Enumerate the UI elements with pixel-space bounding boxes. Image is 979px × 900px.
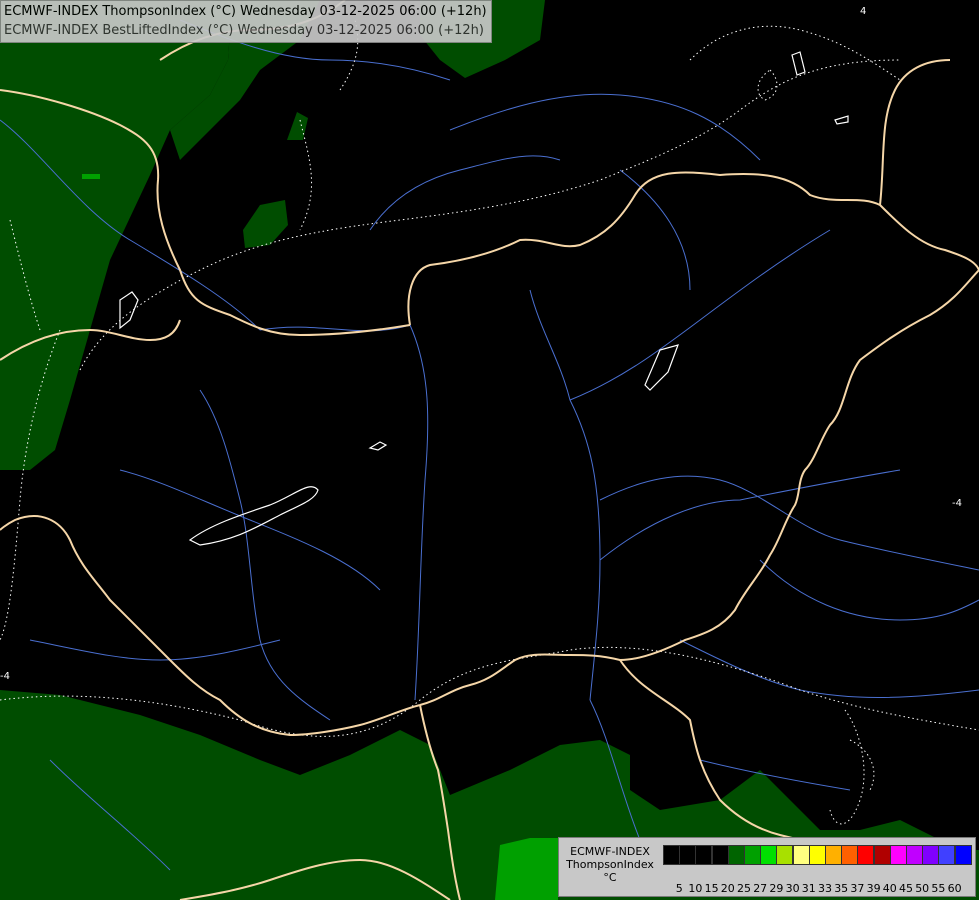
color-legend: ECMWF-INDEX ThompsonIndex °C 5 10 15 20 25 27… [558, 837, 976, 897]
legend-swatch [792, 845, 810, 865]
legend-swatch [776, 845, 794, 865]
legend-swatch [744, 845, 761, 865]
legend-unit: °C [603, 871, 617, 884]
legend-swatch [695, 845, 713, 865]
contour-label: -4 [0, 671, 10, 682]
index-area-dot [82, 174, 100, 179]
legend-swatch [906, 845, 923, 865]
legend-swatch [889, 845, 907, 865]
map-canvas[interactable]: -4 4 -4 [0, 0, 979, 900]
legend-parameter: ThompsonIndex [566, 858, 654, 871]
legend-swatch [825, 845, 842, 865]
legend-swatch [663, 845, 680, 865]
legend-swatch [760, 845, 778, 865]
legend-swatch [841, 845, 859, 865]
legend-swatch [922, 845, 940, 865]
legend-swatch [711, 845, 729, 865]
legend-swatch [727, 845, 745, 865]
index-area-south-bright [495, 838, 558, 900]
legend-swatch [857, 845, 875, 865]
title-line-thompson: ECMWF-INDEX ThompsonIndex (°C) Wednesday… [4, 4, 487, 19]
legend-tick-label: 60 [947, 882, 962, 895]
legend-title: ECMWF-INDEX ThompsonIndex °C [561, 845, 659, 884]
legend-model: ECMWF-INDEX [570, 845, 650, 858]
legend-swatch [954, 845, 972, 865]
legend-swatch [938, 845, 956, 865]
map-title-box: ECMWF-INDEX ThompsonIndex (°C) Wednesday… [0, 0, 492, 43]
title-line-bestlifted: ECMWF-INDEX BestLiftedIndex (°C) Wednesd… [4, 23, 484, 38]
contour-label: 4 [860, 6, 866, 17]
contour-label: -4 [952, 498, 962, 509]
legend-swatch [679, 845, 697, 865]
legend-swatch [873, 845, 891, 865]
legend-swatch [808, 845, 826, 865]
